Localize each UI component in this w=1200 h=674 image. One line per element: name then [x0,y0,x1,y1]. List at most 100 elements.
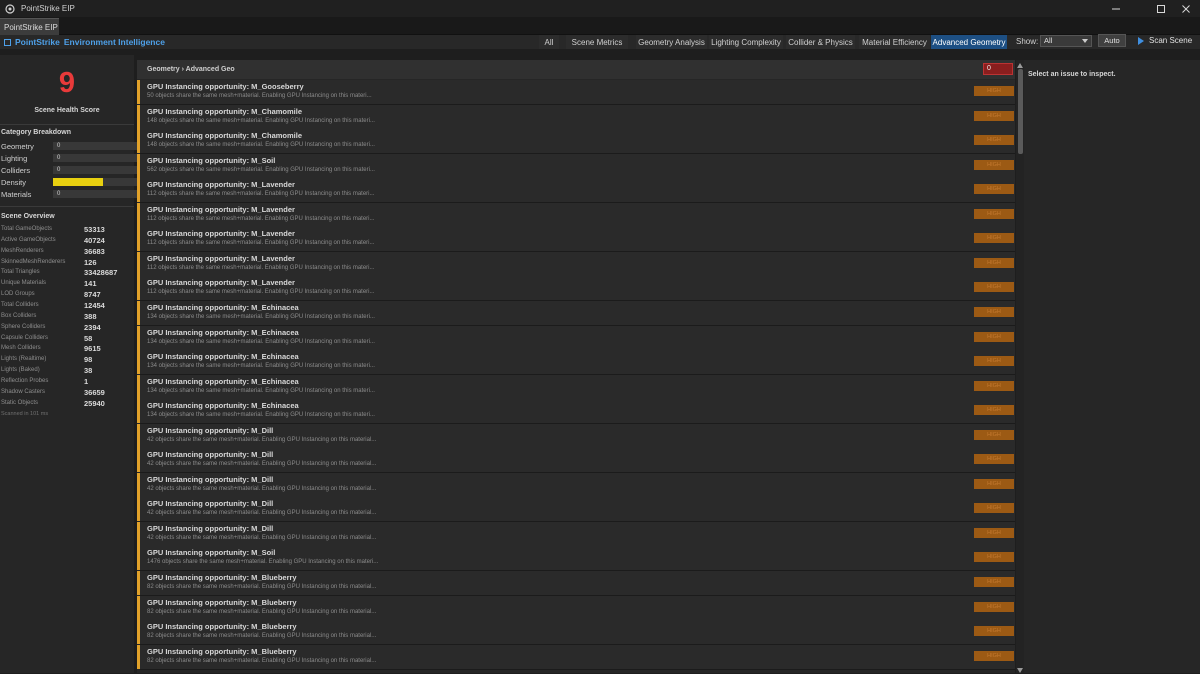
category-bar: 0 [53,166,137,174]
tab-pointstrike-eip[interactable]: PointStrike EIP [0,18,59,35]
scan-scene-button[interactable]: Scan Scene [1131,34,1197,47]
inspector-hint: Select an issue to inspect. [1028,71,1116,78]
issue-row[interactable]: GPU Instancing opportunity: M_Dill 42 obj… [137,448,1015,474]
issue-row[interactable]: GPU Instancing opportunity: M_Chamomile 1… [137,104,1015,130]
issue-row[interactable]: GPU Instancing opportunity: M_Blueberry 8… [137,571,1015,596]
category-bar-fill [53,178,104,186]
overview-value: 2394 [84,322,101,332]
overview-value: 33428687 [84,268,118,278]
issue-row[interactable]: GPU Instancing opportunity: M_Gooseberry… [137,80,1015,105]
issue-row[interactable]: GPU Instancing opportunity: M_Echinacea 1… [137,325,1015,351]
overview-key: LOD Groups [1,291,35,298]
scan-duration: Scanned in 101 ms [1,411,49,417]
overview-value: 53313 [84,225,105,234]
tab-collider-physics[interactable]: Collider & Physics [786,35,855,49]
scene-overview-title: Scene Overview [1,213,55,220]
issue-row[interactable]: GPU Instancing opportunity: M_Lavender 11… [137,227,1015,253]
window-title: PointStrike EIP [21,4,75,13]
tab-scene-metrics[interactable]: Scene Metrics [566,35,628,49]
issue-row[interactable]: GPU Instancing opportunity: M_Soil 1476 o… [137,546,1015,572]
overview-row: SkinnedMeshRenderers 126 [1,258,131,268]
severity-badge: HIGH [974,86,1014,96]
show-filter-select[interactable]: All [1040,35,1092,47]
scrollbar-thumb[interactable] [1018,69,1023,154]
issue-description: 112 objects share the same mesh+material… [147,289,375,296]
issue-row[interactable]: GPU Instancing opportunity: M_Dill 42 obj… [137,521,1015,547]
severity-badge: HIGH [974,626,1014,637]
brand: PointStrike Environment Intelligence [4,37,165,47]
tab-material-efficiency[interactable]: Material Efficiency [859,35,930,49]
scan-scene-label: Scan Scene [1149,36,1193,45]
issue-row[interactable]: GPU Instancing opportunity: M_Blueberry 8… [137,595,1015,621]
issue-description: 112 objects share the same mesh+material… [147,240,375,247]
overview-key: Shadow Casters [1,388,46,395]
tab-all[interactable]: All [539,35,559,49]
issue-row[interactable]: GPU Instancing opportunity: M_Echinacea 1… [137,300,1015,326]
overview-row: LOD Groups 8747 [1,290,131,300]
close-icon[interactable] [1166,0,1200,17]
issue-description: 134 objects share the same mesh+material… [147,313,375,320]
issue-title: GPU Instancing opportunity: M_Lavender [147,253,295,263]
severity-badge: HIGH [974,601,1014,612]
issue-row[interactable]: GPU Instancing opportunity: M_Chamomile 1… [137,129,1015,155]
issue-title: GPU Instancing opportunity: M_Blueberry [147,646,297,656]
issue-title: GPU Instancing opportunity: M_Soil [147,155,276,165]
issue-title: GPU Instancing opportunity: M_Echinacea [147,401,299,411]
category-label: Geometry [1,142,34,151]
issue-row[interactable]: GPU Instancing opportunity: M_Lavender 11… [137,276,1015,302]
severity-badge: HIGH [974,454,1014,465]
overview-value: 38 [84,366,93,376]
overview-row: Sphere Colliders 2394 [1,323,131,333]
issue-row[interactable]: GPU Instancing opportunity: M_Echinacea 1… [137,374,1015,400]
issue-row[interactable]: GPU Instancing opportunity: M_Blueberry 8… [137,644,1015,670]
issue-row[interactable]: GPU Instancing opportunity: M_Lavender 11… [137,251,1015,277]
issue-description: 112 objects share the same mesh+material… [147,264,375,271]
issue-row[interactable]: GPU Instancing opportunity: M_Dill 42 obj… [137,497,1015,523]
issue-row[interactable]: GPU Instancing opportunity: M_Blueberry 8… [137,620,1015,646]
tab-advanced-geometry[interactable]: Advanced Geometry [931,35,1007,49]
divider [0,206,134,207]
issue-row[interactable]: GPU Instancing opportunity: M_Soil 562 ob… [137,153,1015,179]
category-row-lighting: Lighting 0 [1,153,137,164]
tab-lighting-complexity[interactable]: Lighting Complexity [709,35,783,49]
issue-row[interactable]: GPU Instancing opportunity: M_Lavender 11… [137,202,1015,228]
category-bar: 0 [53,142,137,150]
overview-value: 36683 [84,246,105,256]
category-value: 0 [57,143,61,149]
overview-row: Static Objects 25940 [1,399,131,409]
category-row-materials: Materials 0 [1,189,137,200]
show-label: Show: [1016,37,1039,46]
issue-title: GPU Instancing opportunity: M_Soil [147,548,276,558]
overview-key: Total GameObjects [1,226,53,232]
chevron-down-icon [1082,39,1088,43]
severity-badge: HIGH [974,478,1014,489]
overview-row: MeshRenderers 36683 [1,247,131,257]
issue-row[interactable]: GPU Instancing opportunity: M_Dill 42 obj… [137,423,1015,449]
overview-value: 12454 [84,300,105,310]
issue-description: 42 objects share the same mesh+material.… [147,485,377,492]
brand-logo-icon [4,38,11,46]
overview-value: 8747 [84,290,101,300]
issue-row[interactable]: GPU Instancing opportunity: M_Echinacea 1… [137,399,1015,425]
issue-title: GPU Instancing opportunity: M_Echinacea [147,302,299,312]
issue-row[interactable]: GPU Instancing opportunity: M_Lavender 11… [137,178,1015,204]
tab-geometry-analysis[interactable]: Geometry Analysis [636,35,707,49]
health-score-label: Scene Health Score [34,107,100,114]
category-bar: 0 [53,190,137,198]
severity-badge: HIGH [974,233,1014,244]
overview-value: 141 [84,279,97,289]
severity-badge: HIGH [974,257,1014,268]
issue-title: GPU Instancing opportunity: M_Chamomile [147,106,303,116]
minimize-icon[interactable] [1096,0,1136,17]
overview-value: 58 [84,333,93,343]
issue-title: GPU Instancing opportunity: M_Dill [147,474,274,484]
issue-row[interactable]: GPU Instancing opportunity: M_Dill 42 obj… [137,472,1015,498]
auto-button[interactable]: Auto [1098,34,1126,47]
overview-value: 25940 [84,398,105,408]
issue-row[interactable]: GPU Instancing opportunity: M_Echinacea 1… [137,350,1015,376]
overview-value: 98 [84,355,93,365]
scroll-up-icon[interactable] [1016,61,1024,69]
issue-description: 82 objects share the same mesh+material.… [147,633,377,640]
issue-description: 112 objects share the same mesh+material… [147,191,375,198]
play-icon [1138,36,1144,45]
